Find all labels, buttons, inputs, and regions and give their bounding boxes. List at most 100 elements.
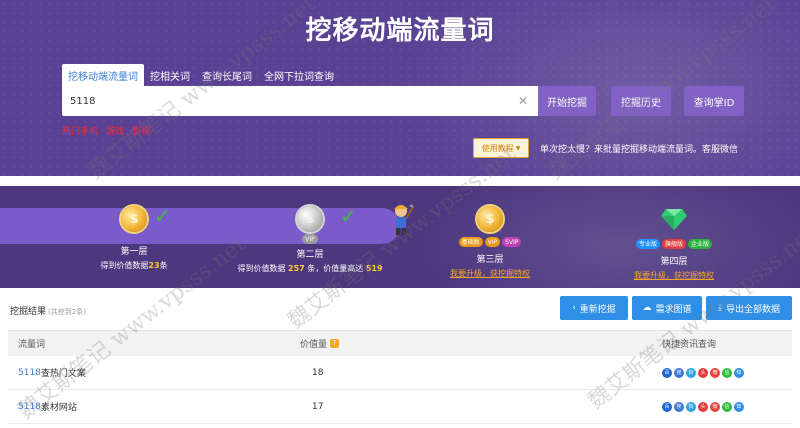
enterprise-badge: 企业版 (688, 239, 713, 249)
check-icon: ✓ (154, 204, 171, 228)
keyword-cell[interactable]: 5118 素材网站 (18, 390, 77, 423)
toutiao-icon[interactable]: 头 (698, 367, 708, 378)
quick-query-icons: 百 搜 狗 头 微 信 知 (662, 367, 744, 378)
zhihu-icon[interactable]: 知 (734, 367, 744, 378)
table-header: 流量词 价值量 ? 快捷资讯查询 (8, 330, 792, 356)
table-row: 5118 素材网站 17 百 搜 狗 头 微 信 知 (8, 390, 792, 424)
sogou-icon[interactable]: 狗 (686, 401, 696, 412)
level-1: $ ✓ 第一层 得到价值数据23条 (64, 204, 204, 271)
baidu-icon[interactable]: 百 (662, 367, 672, 378)
desc-suffix: 条 (159, 261, 168, 270)
results-hint: (共挖到2条) (48, 308, 86, 316)
keyword-cell[interactable]: 5118 查热门文案 (18, 356, 86, 389)
search-engine-icon[interactable]: 搜 (674, 401, 684, 412)
level-2: $ ✓ VIP 第二层 得到价值数据 257 条，价值量高达 519 (237, 204, 382, 274)
tab-dropdown-words[interactable]: 全网下拉词查询 (258, 64, 340, 86)
level-title: 第二层 (296, 250, 324, 260)
col-header-keyword[interactable]: 流量词 (18, 331, 45, 356)
desc-number-2: 519 (365, 264, 383, 273)
upgrade-link[interactable]: 我要升级，获挖掘特权 (604, 270, 744, 281)
toutiao-icon[interactable]: 头 (698, 401, 708, 412)
zhihu-icon[interactable]: 知 (734, 401, 744, 412)
search-engine-icon[interactable]: 搜 (674, 367, 684, 378)
gold-coin-icon: $ (121, 206, 147, 232)
gold-coin-icon: $ (477, 206, 503, 232)
quick-link-game[interactable]: 游戏 (106, 124, 124, 137)
level-3: $ 基础版 VIP SVIP 第三层 我要升级，获挖掘特权 (420, 206, 560, 279)
keyword-rest: 素材网站 (40, 403, 77, 413)
vip-badge: VIP (484, 237, 501, 247)
value-cell: 17 (312, 401, 324, 412)
desc-prefix: 得到价值数据 (100, 261, 149, 270)
help-icon[interactable]: ? (330, 339, 340, 348)
col-header-value[interactable]: 价值量 ? (300, 331, 340, 356)
level-4: 专业版 旗舰版 企业版 第四层 我要升级，获挖掘特权 (604, 206, 744, 281)
miner-icon (394, 204, 414, 235)
query-id-button[interactable]: 查询掌ID (684, 86, 744, 116)
quick-query-icons: 百 搜 狗 头 微 信 知 (662, 401, 744, 412)
mining-levels: $ ✓ 第一层 得到价值数据23条 $ ✓ VIP 第二层 得到价值数据 257… (0, 186, 800, 288)
wechat-icon[interactable]: 信 (722, 367, 732, 378)
desc-number: 23 (148, 261, 160, 270)
results-heading: 挖掘结果 (共挖到2条) (10, 304, 86, 317)
basic-badge: 基础版 (458, 237, 483, 247)
flagship-badge: 旗舰版 (661, 239, 686, 249)
results-table: 流量词 价值量 ? 快捷资讯查询 5118 查热门文案 18 百 搜 狗 头 微 … (8, 330, 792, 424)
search-tabs: 挖移动端流量词 挖相关词 查询长尾词 全网下拉词查询 (62, 64, 340, 86)
vip-badge: VIP (302, 234, 318, 244)
keyword-brand: 5118 (18, 367, 41, 378)
start-mining-button[interactable]: 开始挖掘 (538, 86, 596, 116)
mining-history-button[interactable]: 挖掘历史 (611, 86, 671, 116)
tab-long-tail[interactable]: 查询长尾词 (196, 64, 258, 86)
silver-coin-icon: $ (297, 206, 323, 232)
quick-link-phone[interactable]: 热门手机 (62, 124, 98, 137)
level-desc: 得到价值数据23条 (64, 260, 204, 271)
caret-down-icon: ▼ (515, 144, 521, 152)
quick-query-cell: 百 搜 狗 头 微 信 知 (662, 390, 744, 423)
tutorial-button[interactable]: 使用教程 ▼ (473, 138, 529, 158)
quick-links: 热门手机 游戏 影视 (62, 124, 150, 137)
redo-mining-button[interactable]: ‹ 重新挖掘 (560, 296, 628, 320)
upgrade-link[interactable]: 我要升级，获挖掘特权 (420, 268, 560, 279)
tab-related-words[interactable]: 挖相关词 (144, 64, 196, 86)
pro-badge: 专业版 (635, 239, 660, 249)
level-title: 第一层 (120, 247, 148, 257)
value-cell: 18 (312, 367, 324, 378)
close-icon[interactable]: ✕ (516, 94, 530, 108)
level-title: 第四层 (660, 257, 688, 267)
desc-mid: 条，价值量高达 (307, 264, 364, 273)
export-all-button[interactable]: ⤓ 导出全部数据 (706, 296, 792, 320)
level-title: 第三层 (476, 255, 504, 265)
quick-link-film[interactable]: 影视 (132, 124, 150, 137)
keyword-brand: 5118 (18, 401, 41, 412)
export-label: 导出全部数据 (725, 304, 780, 315)
level-desc: 得到价值数据 257 条，价值量高达 519 (220, 263, 400, 274)
redo-label: 重新挖掘 (579, 304, 616, 315)
value-header-label: 价值量 (300, 340, 328, 350)
tutorial-label: 使用教程 (481, 143, 514, 153)
keyword-rest: 查热门文案 (40, 369, 86, 379)
demand-graph-button[interactable]: ☁ 需求图谱 (632, 296, 702, 320)
tab-mobile-traffic-words[interactable]: 挖移动端流量词 (62, 64, 144, 86)
search-input[interactable] (62, 95, 502, 107)
hero-header: 挖移动端流量词 挖移动端流量词 挖相关词 查询长尾词 全网下拉词查询 ✕ 开始挖… (0, 0, 800, 176)
page-root: 挖移动端流量词 挖移动端流量词 挖相关词 查询长尾词 全网下拉词查询 ✕ 开始挖… (0, 0, 800, 428)
col-header-quick-query: 快捷资讯查询 (662, 340, 717, 350)
weibo-icon[interactable]: 微 (710, 367, 720, 378)
arrow-back-icon: ‹ (572, 303, 576, 313)
results-title: 挖掘结果 (10, 307, 47, 317)
download-icon: ⤓ (718, 303, 722, 313)
table-row: 5118 查热门文案 18 百 搜 狗 头 微 信 知 (8, 356, 792, 390)
quick-query-cell: 百 搜 狗 头 微 信 知 (662, 356, 744, 389)
weibo-icon[interactable]: 微 (710, 401, 720, 412)
sogou-icon[interactable]: 狗 (686, 367, 696, 378)
desc-prefix: 得到价值数据 (237, 264, 286, 273)
wechat-icon[interactable]: 信 (722, 401, 732, 412)
level-badges: 专业版 旗舰版 企业版 (604, 239, 744, 250)
search-box: ✕ (62, 86, 538, 116)
check-icon: ✓ (340, 204, 357, 228)
graph-label: 需求图谱 (655, 304, 692, 315)
baidu-icon[interactable]: 百 (662, 401, 672, 412)
level-badges: VIP (240, 234, 380, 245)
level-badges: 基础版 VIP SVIP (420, 237, 560, 248)
